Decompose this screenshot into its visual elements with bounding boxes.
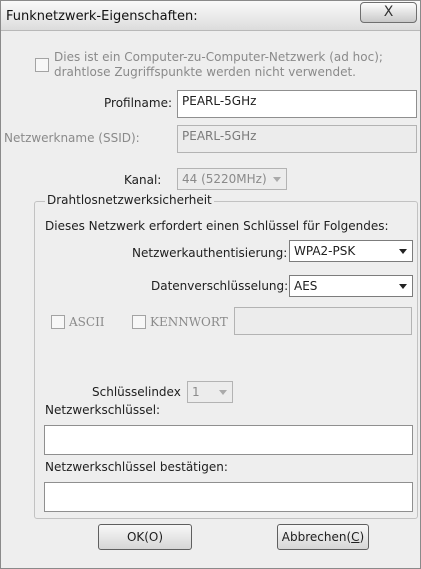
close-button[interactable]: X <box>360 2 417 23</box>
confirm-key-input[interactable] <box>44 482 413 512</box>
ok-button[interactable]: OK(O) <box>98 524 192 550</box>
password-label: KENNWORT <box>150 315 228 329</box>
confirm-key-label: Netzwerkschlüssel bestätigen: <box>45 460 228 474</box>
network-key-label: Netzwerkschlüssel: <box>45 403 161 417</box>
key-index-value: 1 <box>192 385 200 399</box>
chevron-down-icon <box>399 284 407 289</box>
auth-label: Netzwerkauthentisierung: <box>132 246 288 260</box>
channel-select[interactable]: 44 (5220MHz) <box>177 168 287 190</box>
adhoc-label-line1: Dies ist ein Computer-zu-Computer-Netzwe… <box>54 50 383 64</box>
adhoc-label-line2: drahtlose Zugriffspunkte werden nicht ve… <box>54 65 356 79</box>
auth-select[interactable]: WPA2-PSK <box>289 240 413 262</box>
channel-label: Kanal: <box>124 173 162 187</box>
security-description: Dieses Netzwerk erfordert einen Schlüsse… <box>45 219 389 233</box>
ascii-checkbox[interactable] <box>51 315 65 329</box>
chevron-down-icon <box>273 177 281 182</box>
profile-name-input[interactable]: PEARL-5GHz <box>177 90 417 118</box>
security-groupbox-legend: Drahtlosnetzwerksicherheit <box>45 193 214 207</box>
cancel-label-prefix: Abbrechen( <box>281 530 352 544</box>
encryption-label: Datenverschlüsselung: <box>151 279 289 293</box>
wireless-properties-dialog: Funknetzwerk-Eigenschaften: X Dies ist e… <box>0 0 421 569</box>
password-input[interactable] <box>234 307 412 335</box>
encryption-select[interactable]: AES <box>289 275 413 297</box>
network-key-input[interactable] <box>44 425 413 455</box>
cancel-label-suffix: ) <box>359 530 365 544</box>
cancel-label-mnemonic: C <box>351 530 360 544</box>
adhoc-checkbox[interactable] <box>35 58 49 72</box>
chevron-down-icon <box>219 390 227 395</box>
ascii-label: ASCII <box>69 315 105 329</box>
window-title: Funknetzwerk-Eigenschaften: <box>6 9 198 24</box>
cancel-button[interactable]: Abbrechen(C) <box>277 524 369 550</box>
auth-value: WPA2-PSK <box>294 244 356 258</box>
ssid-label: Netzwerkname (SSID): <box>4 131 140 145</box>
profile-name-label: Profilname: <box>104 96 173 110</box>
channel-value: 44 (5220MHz) <box>182 172 267 186</box>
password-checkbox[interactable] <box>132 315 146 329</box>
ssid-input[interactable]: PEARL-5GHz <box>177 125 417 153</box>
chevron-down-icon <box>399 249 407 254</box>
close-icon: X <box>383 4 394 20</box>
title-bar: Funknetzwerk-Eigenschaften: <box>1 1 420 31</box>
encryption-value: AES <box>294 279 318 293</box>
key-index-label: Schlüsselindex <box>92 385 181 399</box>
key-index-select[interactable]: 1 <box>187 381 233 403</box>
